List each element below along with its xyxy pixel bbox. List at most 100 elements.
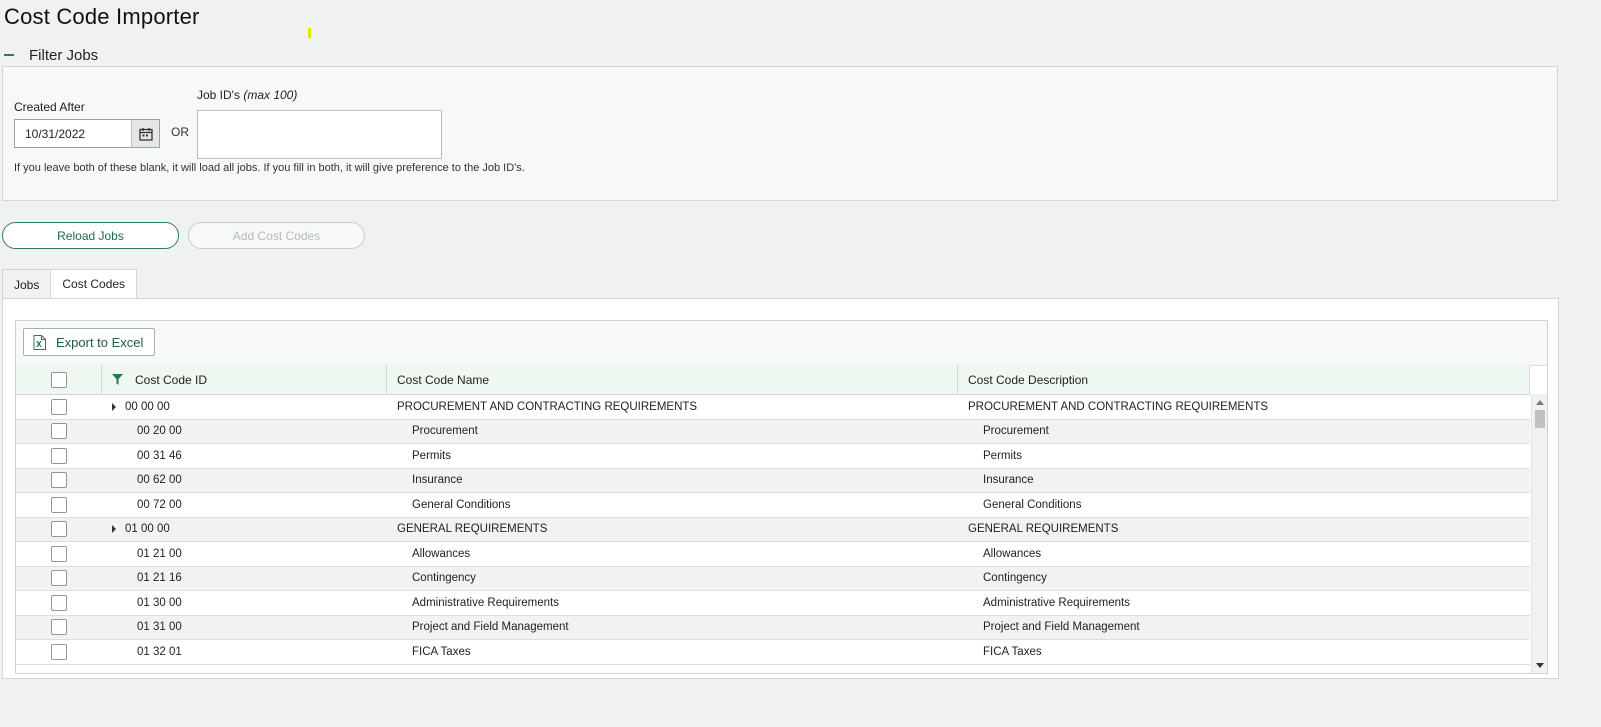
scroll-down-icon[interactable]	[1536, 663, 1544, 668]
filter-help-text: If you leave both of these blank, it wil…	[14, 162, 525, 174]
cost-code-description: Administrative Requirements	[983, 596, 1131, 609]
row-checkbox[interactable]	[51, 643, 67, 660]
cost-code-name: FICA Taxes	[412, 645, 471, 658]
cost-code-description: Procurement	[983, 425, 1049, 438]
row-checkbox[interactable]	[51, 545, 67, 562]
or-label: OR	[171, 125, 189, 139]
cost-code-id-cell: 01 31 00	[102, 616, 387, 640]
calendar-button[interactable]	[131, 120, 159, 147]
tab-cost-codes[interactable]: Cost Codes	[51, 269, 138, 299]
cost-code-description: FICA Taxes	[983, 645, 1042, 658]
excel-icon: X	[33, 334, 46, 350]
cost-code-id: 01 21 00	[137, 547, 182, 560]
row-checkbox[interactable]	[51, 521, 67, 538]
cost-code-id: 00 62 00	[137, 474, 182, 487]
svg-text:X: X	[36, 340, 42, 349]
table-row[interactable]: 00 62 00 Insurance Insurance	[16, 468, 1530, 493]
created-after-input[interactable]	[15, 120, 133, 147]
table-row[interactable]: 00 72 00 General Conditions General Condit…	[16, 493, 1530, 518]
column-header-id[interactable]: Cost Code ID	[102, 365, 387, 394]
row-checkbox[interactable]	[51, 398, 67, 415]
row-checkbox[interactable]	[51, 594, 67, 611]
cost-code-name: Procurement	[412, 425, 478, 438]
row-select-cell	[16, 493, 102, 517]
cost-code-id-cell: 00 31 46	[102, 444, 387, 468]
select-all-checkbox[interactable]	[50, 371, 67, 388]
table-row[interactable]: 01 31 00 Project and Field Management Proj…	[16, 615, 1530, 640]
column-header-description[interactable]: Cost Code Description	[958, 365, 1530, 394]
cost-code-id-cell: 00 62 00	[102, 469, 387, 493]
cost-code-id: 01 32 01	[137, 645, 182, 658]
reload-jobs-button[interactable]: Reload Jobs	[2, 222, 179, 249]
cost-code-id-cell: 01 30 00	[102, 591, 387, 615]
table-row[interactable]: 00 00 00 PROCUREMENT AND CONTRACTING REQU…	[16, 395, 1530, 420]
cost-code-name: GENERAL REQUIREMENTS	[397, 523, 548, 536]
cost-code-id: 00 00 00	[125, 400, 170, 413]
cost-code-id-cell: 01 32 01	[102, 640, 387, 664]
created-after-label: Created After	[14, 100, 85, 114]
export-to-excel-button[interactable]: X Export to Excel	[23, 328, 156, 356]
expand-caret-icon[interactable]	[112, 402, 116, 411]
job-ids-hint: (max 100)	[243, 88, 298, 102]
cost-code-name: Insurance	[412, 474, 463, 487]
table-row[interactable]: 01 21 00 Allowances Allowances	[16, 542, 1530, 567]
row-select-cell	[16, 444, 102, 468]
tab-jobs[interactable]: Jobs	[2, 269, 52, 299]
vertical-scrollbar[interactable]	[1531, 394, 1547, 673]
cursor-marker	[308, 28, 311, 38]
table-row[interactable]: 01 00 00 GENERAL REQUIREMENTS GENERAL REQU…	[16, 517, 1530, 542]
cost-code-grid: X Export to Excel Cost Code ID Cost Code…	[15, 320, 1548, 674]
row-select-cell	[16, 395, 102, 419]
column-header-name[interactable]: Cost Code Name	[387, 365, 958, 394]
row-checkbox[interactable]	[51, 423, 67, 440]
grid-toolbar: X Export to Excel	[16, 321, 1547, 366]
row-checkbox[interactable]	[51, 570, 67, 587]
cost-code-id-cell: 00 20 00	[102, 420, 387, 444]
scroll-up-icon[interactable]	[1536, 400, 1544, 405]
cost-code-id: 00 31 46	[137, 449, 182, 462]
row-checkbox[interactable]	[51, 447, 67, 464]
table-row[interactable]: 00 20 00 Procurement Procurement	[16, 419, 1530, 444]
row-select-cell	[16, 616, 102, 640]
cost-code-name: Administrative Requirements	[412, 596, 560, 609]
expand-caret-icon[interactable]	[112, 525, 116, 534]
add-cost-codes-button[interactable]: Add Cost Codes	[188, 222, 365, 249]
cost-code-description: General Conditions	[983, 498, 1082, 511]
minus-icon[interactable]	[4, 54, 14, 56]
row-checkbox[interactable]	[51, 472, 67, 489]
job-ids-label-text: Job ID's	[197, 88, 240, 102]
export-label: Export to Excel	[56, 334, 144, 350]
cost-code-name: Project and Field Management	[412, 621, 569, 634]
filter-section-toggle[interactable]: Filter Jobs	[4, 46, 98, 64]
grid-header: Cost Code ID Cost Code Name Cost Code De…	[16, 365, 1530, 395]
header-select-cell	[16, 365, 102, 394]
job-ids-label: Job ID's (max 100)	[197, 88, 297, 102]
table-row[interactable]: 01 30 00 Administrative Requirements Admin…	[16, 591, 1530, 616]
cost-code-id-cell: 01 00 00	[102, 518, 387, 542]
table-row[interactable]: 00 31 46 Permits Permits	[16, 444, 1530, 469]
created-after-field[interactable]	[14, 119, 160, 148]
table-row[interactable]: 01 21 16 Contingency Contingency	[16, 566, 1530, 591]
row-select-cell	[16, 469, 102, 493]
cost-code-name: PROCUREMENT AND CONTRACTING REQUIREMENTS	[397, 400, 698, 413]
table-row[interactable]: 01 32 01 FICA Taxes FICA Taxes	[16, 640, 1530, 665]
cost-code-id-cell: 01 21 00	[102, 542, 387, 566]
cost-code-name: General Conditions	[412, 498, 511, 511]
cost-code-id-cell: 00 00 00	[102, 395, 387, 419]
cost-code-id: 01 21 16	[137, 572, 182, 585]
row-checkbox[interactable]	[51, 496, 67, 513]
cost-code-id: 01 30 00	[137, 596, 182, 609]
filter-icon[interactable]	[112, 374, 123, 385]
calendar-icon	[138, 127, 153, 141]
cost-code-id: 00 20 00	[137, 425, 182, 438]
cost-code-description: Permits	[983, 449, 1022, 462]
row-checkbox[interactable]	[51, 619, 67, 636]
cost-code-description: GENERAL REQUIREMENTS	[968, 523, 1119, 536]
job-ids-input[interactable]	[197, 110, 442, 159]
cost-code-id-cell: 00 72 00	[102, 493, 387, 517]
filter-section-label: Filter Jobs	[29, 46, 99, 64]
row-select-cell	[16, 591, 102, 615]
scroll-thumb[interactable]	[1535, 410, 1545, 428]
cost-code-name: Permits	[412, 449, 451, 462]
cost-code-description: Contingency	[983, 572, 1047, 585]
